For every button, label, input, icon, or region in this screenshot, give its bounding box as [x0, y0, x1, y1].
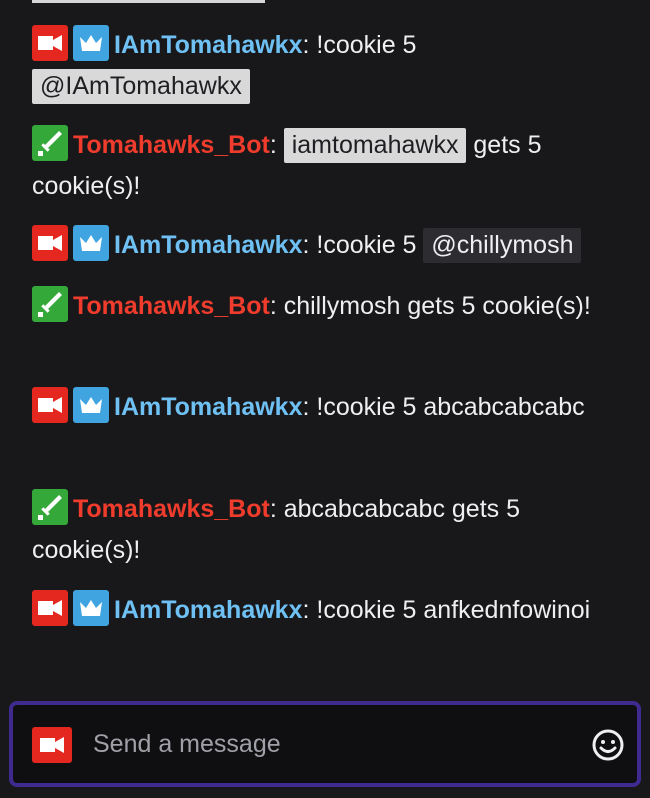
chat-panel: IAmTomahawkx: !cookie 5 @IAmTomahawkx Tom…	[0, 0, 650, 798]
chat-message: IAmTomahawkx: !cookie 5 @chillymosh	[32, 225, 622, 266]
crown-badge-icon[interactable]	[73, 387, 109, 423]
username[interactable]: IAmTomahawkx	[114, 393, 302, 421]
message-text: chillymosh gets 5 cookie(s)!	[276, 292, 591, 320]
chat-message: IAmTomahawkx: !cookie 5 anfkednfowinoi	[32, 590, 622, 631]
previous-message-highlight	[32, 0, 265, 3]
message-text	[277, 131, 284, 159]
sword-badge-icon[interactable]	[32, 286, 68, 322]
mention-tag[interactable]: @chillymosh	[423, 228, 582, 263]
message-input[interactable]	[87, 719, 569, 769]
username[interactable]: IAmTomahawkx	[114, 596, 302, 624]
message-separator: :	[269, 292, 277, 320]
message-separator: :	[269, 131, 277, 159]
username[interactable]: Tomahawks_Bot	[73, 495, 270, 523]
chat-message: Tomahawks_Bot: chillymosh gets 5 cookie(…	[32, 286, 622, 327]
crown-badge-icon[interactable]	[73, 590, 109, 626]
chat-message: IAmTomahawkx: !cookie 5 abcabcabcabc	[32, 387, 622, 428]
smiley-face-icon	[592, 729, 624, 761]
message-text: !cookie 5 abcabcabcabc	[309, 393, 585, 421]
sword-badge-icon[interactable]	[32, 489, 68, 525]
username[interactable]: Tomahawks_Bot	[73, 292, 270, 320]
mention-tag[interactable]: @IAmTomahawkx	[32, 69, 250, 104]
mention-tag[interactable]: iamtomahawkx	[283, 128, 467, 163]
message-text: !cookie 5 anfkednfowinoi	[309, 596, 591, 624]
crown-badge-icon[interactable]	[73, 25, 109, 61]
username[interactable]: IAmTomahawkx	[114, 31, 302, 59]
emote-picker-button[interactable]	[589, 726, 627, 764]
username[interactable]: Tomahawks_Bot	[73, 131, 270, 159]
broadcaster-badge-icon[interactable]	[32, 387, 68, 423]
chat-message: Tomahawks_Bot: iamtomahawkx gets 5 cooki…	[32, 125, 622, 207]
broadcaster-badge-icon[interactable]	[32, 590, 68, 626]
broadcaster-badge-icon	[32, 727, 72, 763]
message-text: !cookie 5	[309, 31, 417, 59]
chat-message: Tomahawks_Bot: abcabcabcabc gets 5 cooki…	[32, 489, 622, 571]
broadcaster-badge-icon[interactable]	[32, 225, 68, 261]
crown-badge-icon[interactable]	[73, 225, 109, 261]
chat-input-box[interactable]	[9, 701, 641, 787]
message-text: !cookie 5	[309, 231, 424, 259]
chat-message: IAmTomahawkx: !cookie 5 @IAmTomahawkx	[32, 25, 622, 107]
broadcaster-badge-icon[interactable]	[32, 25, 68, 61]
message-separator: :	[269, 495, 277, 523]
sword-badge-icon[interactable]	[32, 125, 68, 161]
username[interactable]: IAmTomahawkx	[114, 231, 302, 259]
